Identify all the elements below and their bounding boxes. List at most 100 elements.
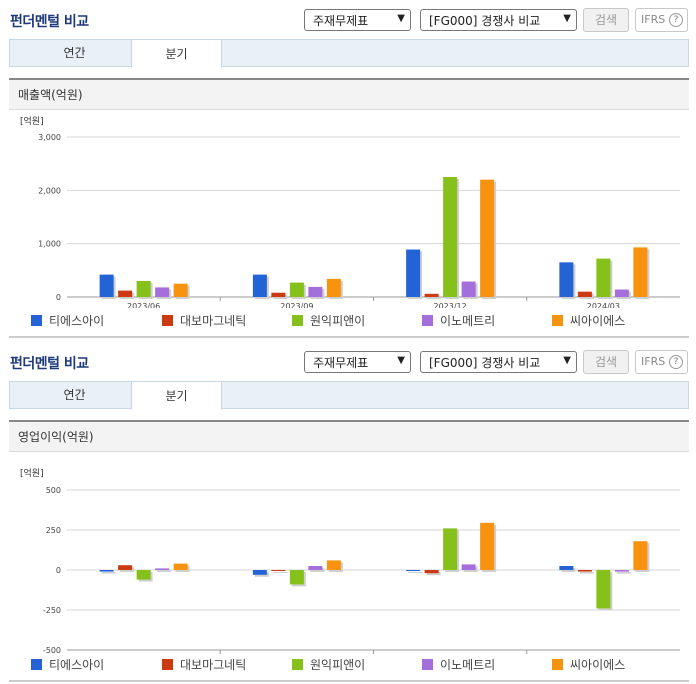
x-tick-label: 2024/03 [587, 302, 620, 308]
bar-원익피앤이[interactable] [289, 570, 304, 585]
bar-이노메트리[interactable] [308, 566, 323, 570]
bar-원익피앤이[interactable] [136, 570, 151, 580]
legend-item[interactable]: 티에스아이 [31, 312, 104, 330]
unit-label: [억원] [20, 467, 44, 479]
legend-item[interactable]: 씨아이에스 [552, 656, 625, 674]
peer-group-select[interactable]: [FG000] 경쟁사 비교 ▼ [420, 351, 577, 373]
period-tabs: 연간 분기 [9, 381, 689, 410]
bar-원익피앤이[interactable] [596, 570, 611, 609]
unit-label: [억원] [20, 115, 44, 127]
bar-대보마그네틱[interactable] [577, 570, 592, 572]
bar-이노메트리[interactable] [155, 568, 170, 570]
legend-swatch [31, 659, 42, 670]
y-tick-label: 0 [56, 293, 61, 302]
chevron-down-icon: ▼ [563, 13, 571, 24]
bar-씨아이에스[interactable] [480, 179, 495, 297]
chart-title: 영업이익(억원) [9, 422, 689, 452]
bar-원익피앤이[interactable] [136, 281, 151, 297]
bar-씨아이에스[interactable] [173, 563, 188, 570]
tab-quarterly[interactable]: 분기 [131, 381, 222, 410]
ifrs-help-button[interactable]: IFRS ? [635, 350, 688, 374]
bar-이노메트리[interactable] [461, 281, 476, 297]
x-tick-label: 2023/06 [127, 302, 160, 308]
y-tick-label: 500 [46, 486, 61, 495]
legend-swatch [422, 315, 433, 326]
bar-씨아이에스[interactable] [326, 278, 341, 297]
legend-item[interactable]: 이노메트리 [422, 312, 495, 330]
bar-티에스아이[interactable] [406, 570, 421, 571]
legend-swatch [31, 315, 42, 326]
bar-대보마그네틱[interactable] [118, 290, 133, 297]
legend-swatch [552, 315, 563, 326]
statement-select[interactable]: 주재무제표 ▼ [304, 9, 411, 31]
divider [9, 336, 689, 338]
peer-group-select-value: [FG000] 경쟁사 비교 [429, 356, 541, 370]
bar-티에스아이[interactable] [99, 570, 114, 572]
tab-quarterly[interactable]: 분기 [131, 39, 222, 68]
bar-대보마그네틱[interactable] [271, 570, 286, 571]
legend-label: 원익피앤이 [310, 658, 366, 672]
bar-대보마그네틱[interactable] [424, 570, 439, 574]
legend-item[interactable]: 이노메트리 [422, 656, 495, 674]
bar-shadow [616, 572, 631, 574]
bar-shadow [579, 572, 594, 574]
peer-group-select-value: [FG000] 경쟁사 비교 [429, 14, 541, 28]
bar-이노메트리[interactable] [155, 287, 170, 297]
legend-swatch [162, 659, 173, 670]
bar-대보마그네틱[interactable] [424, 293, 439, 297]
tab-annual[interactable]: 연간 [29, 39, 120, 68]
bar-원익피앤이[interactable] [443, 177, 458, 297]
legend-item[interactable]: 원익피앤이 [292, 656, 365, 674]
peer-group-select[interactable]: [FG000] 경쟁사 비교 ▼ [420, 9, 577, 31]
bar-씨아이에스[interactable] [633, 541, 648, 570]
divider [9, 680, 689, 682]
bar-대보마그네틱[interactable] [577, 291, 592, 297]
bar-씨아이에스[interactable] [173, 283, 188, 297]
bar-씨아이에스[interactable] [633, 247, 648, 297]
legend-item[interactable]: 원익피앤이 [292, 312, 365, 330]
bar-티에스아이[interactable] [99, 274, 114, 297]
statement-select[interactable]: 주재무제표 ▼ [304, 351, 411, 373]
bar-shadow [273, 572, 288, 573]
legend-swatch [292, 659, 303, 670]
y-tick-label: -500 [43, 646, 61, 654]
y-tick-label: 3,000 [38, 133, 61, 142]
question-icon: ? [669, 13, 683, 27]
bar-이노메트리[interactable] [614, 570, 629, 572]
bar-이노메트리[interactable] [461, 564, 476, 570]
bar-shadow [408, 572, 423, 573]
chevron-down-icon: ▼ [563, 355, 571, 366]
legend-item[interactable]: 씨아이에스 [552, 312, 625, 330]
question-icon: ? [669, 355, 683, 369]
legend-swatch [422, 659, 433, 670]
bar-티에스아이[interactable] [252, 274, 267, 297]
statement-select-value: 주재무제표 [313, 356, 369, 370]
ifrs-help-button[interactable]: IFRS ? [635, 8, 688, 32]
chevron-down-icon: ▼ [397, 13, 405, 24]
bar-이노메트리[interactable] [614, 289, 629, 297]
chart-legend: 티에스아이 대보마그네틱 원익피앤이 이노메트리 씨아이에스 [9, 656, 689, 674]
chart-title: 매출액(억원) [9, 80, 689, 110]
bar-원익피앤이[interactable] [289, 282, 304, 297]
bar-대보마그네틱[interactable] [118, 565, 133, 570]
search-button[interactable]: 검색 [583, 350, 629, 374]
bar-shadow [101, 572, 116, 574]
bar-씨아이에스[interactable] [480, 522, 495, 570]
bar-원익피앤이[interactable] [596, 258, 611, 297]
bar-티에스아이[interactable] [559, 262, 574, 297]
bar-티에스아이[interactable] [559, 566, 574, 570]
tab-annual[interactable]: 연간 [29, 381, 120, 410]
bar-씨아이에스[interactable] [326, 560, 341, 570]
legend-item[interactable]: 티에스아이 [31, 656, 104, 674]
legend-swatch [552, 659, 563, 670]
bar-티에스아이[interactable] [406, 249, 421, 297]
search-button[interactable]: 검색 [583, 8, 629, 32]
bar-이노메트리[interactable] [308, 286, 323, 297]
panel-header: 펀더멘털 비교 주재무제표 ▼ [FG000] 경쟁사 비교 ▼ 검색 IFRS… [0, 342, 696, 376]
bar-티에스아이[interactable] [252, 570, 267, 575]
legend-item[interactable]: 대보마그네틱 [162, 656, 246, 674]
y-tick-label: 1,000 [38, 240, 61, 249]
bar-대보마그네틱[interactable] [271, 292, 286, 297]
bar-원익피앤이[interactable] [443, 528, 458, 570]
legend-item[interactable]: 대보마그네틱 [162, 312, 246, 330]
